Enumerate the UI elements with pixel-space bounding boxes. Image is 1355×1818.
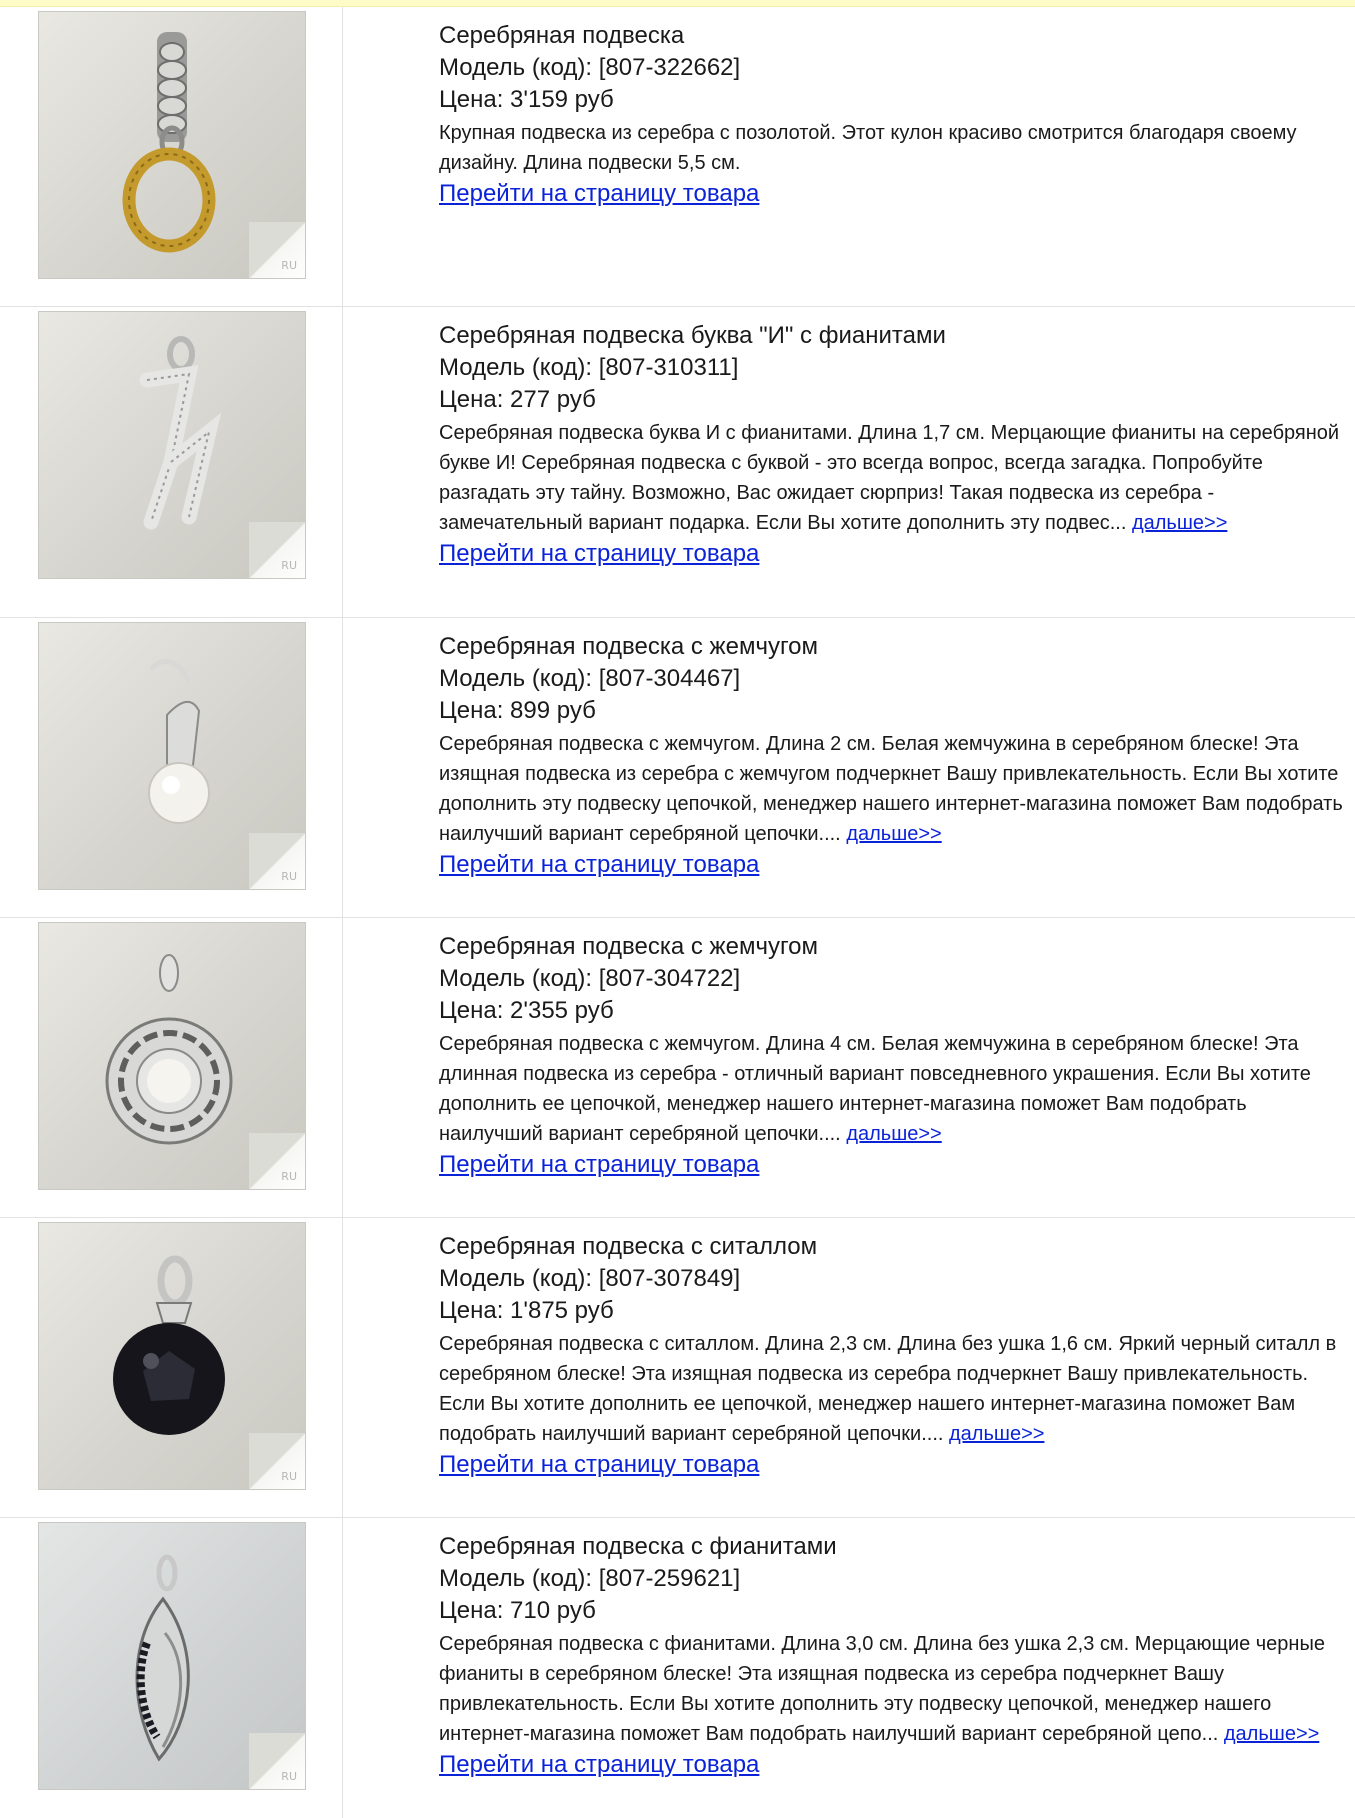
top-bar (0, 0, 1355, 7)
read-more-link[interactable]: дальше>> (846, 1123, 941, 1145)
product-row: RU Серебряная подвеска с ситаллом Модель… (0, 1218, 1355, 1518)
product-description: Серебряная подвеска с ситаллом. Длина 2,… (439, 1329, 1355, 1449)
read-more-link[interactable]: дальше>> (949, 1423, 1044, 1445)
product-price: Цена: 710 руб (439, 1597, 596, 1624)
product-image-link[interactable]: RU (38, 311, 306, 579)
product-model: Модель (код): [807-304467] (439, 665, 741, 692)
product-image-cell: RU (0, 618, 343, 917)
watermark-corner (249, 833, 305, 889)
watermark-text: RU (281, 1170, 297, 1183)
read-more-link[interactable]: дальше>> (1224, 1723, 1319, 1745)
watermark-text: RU (281, 1770, 297, 1783)
product-model: Модель (код): [807-310311] (439, 354, 739, 381)
watermark-text: RU (281, 559, 297, 572)
product-row: RU Серебряная подвеска Модель (код): [80… (0, 7, 1355, 307)
product-row: RU Серебряная подвеска с жемчугом Модель… (0, 918, 1355, 1218)
description-text: Серебряная подвеска с фианитами. Длина 3… (439, 1633, 1325, 1745)
product-title: Серебряная подвеска с жемчугом (439, 933, 819, 960)
description-text: Серебряная подвеска с ситаллом. Длина 2,… (439, 1333, 1337, 1445)
watermark-corner (249, 1733, 305, 1789)
product-image-link[interactable]: RU (38, 622, 306, 890)
product-info: Серебряная подвеска с фианитами Модель (… (343, 1518, 1355, 1818)
product-image-cell: RU (0, 1518, 343, 1818)
product-row: RU Серебряная подвеска буква "И" с фиани… (0, 307, 1355, 618)
product-page-link[interactable]: Перейти на страницу товара (439, 1749, 759, 1781)
read-more-link[interactable]: дальше>> (846, 823, 941, 845)
product-info: Серебряная подвеска с ситаллом Модель (к… (343, 1218, 1355, 1517)
product-info: Серебряная подвеска буква "И" с фианитам… (343, 307, 1355, 617)
product-price: Цена: 277 руб (439, 386, 596, 413)
product-title: Серебряная подвеска с ситаллом (439, 1233, 818, 1260)
product-model: Модель (код): [807-304722] (439, 965, 741, 992)
product-info: Серебряная подвеска с жемчугом Модель (к… (343, 918, 1355, 1217)
product-page-link[interactable]: Перейти на страницу товара (439, 538, 759, 570)
product-price: Цена: 3'159 руб (439, 86, 614, 113)
watermark-corner (249, 1133, 305, 1189)
product-title: Серебряная подвеска с жемчугом (439, 633, 819, 660)
product-image-link[interactable]: RU (38, 922, 306, 1190)
watermark-text: RU (281, 259, 297, 272)
product-model: Модель (код): [807-307849] (439, 1265, 741, 1292)
product-model: Модель (код): [807-322662] (439, 54, 741, 81)
description-text: Крупная подвеска из серебра с позолотой.… (439, 122, 1297, 174)
product-image-link[interactable]: RU (38, 11, 306, 279)
product-description: Серебряная подвеска с жемчугом. Длина 4 … (439, 1029, 1355, 1149)
product-image-cell: RU (0, 918, 343, 1217)
product-description: Серебряная подвеска с фианитами. Длина 3… (439, 1629, 1355, 1749)
product-title: Серебряная подвеска с фианитами (439, 1533, 837, 1560)
watermark-corner (249, 222, 305, 278)
watermark-text: RU (281, 1470, 297, 1483)
product-image-cell: RU (0, 7, 343, 306)
product-list: RU Серебряная подвеска Модель (код): [80… (0, 7, 1355, 1818)
product-image-cell: RU (0, 1218, 343, 1517)
product-info: Серебряная подвеска Модель (код): [807-3… (343, 7, 1355, 306)
product-model: Модель (код): [807-259621] (439, 1565, 741, 1592)
read-more-link[interactable]: дальше>> (1132, 512, 1227, 534)
product-row: RU Серебряная подвеска с жемчугом Модель… (0, 618, 1355, 918)
product-description: Крупная подвеска из серебра с позолотой.… (439, 118, 1355, 178)
product-title: Серебряная подвеска (439, 22, 685, 49)
product-price: Цена: 2'355 руб (439, 997, 614, 1024)
product-row: RU Серебряная подвеска с фианитами Модел… (0, 1518, 1355, 1818)
product-page-link[interactable]: Перейти на страницу товара (439, 849, 759, 881)
watermark-corner (249, 522, 305, 578)
product-page-link[interactable]: Перейти на страницу товара (439, 1149, 759, 1181)
product-title: Серебряная подвеска буква "И" с фианитам… (439, 322, 946, 349)
watermark-text: RU (281, 870, 297, 883)
product-image-link[interactable]: RU (38, 1522, 306, 1790)
product-image-cell: RU (0, 307, 343, 617)
watermark-corner (249, 1433, 305, 1489)
product-price: Цена: 1'875 руб (439, 1297, 614, 1324)
product-description: Серебряная подвеска с жемчугом. Длина 2 … (439, 729, 1355, 849)
product-price: Цена: 899 руб (439, 697, 596, 724)
product-description: Серебряная подвеска буква И с фианитами.… (439, 418, 1355, 538)
product-image-link[interactable]: RU (38, 1222, 306, 1490)
product-page-link[interactable]: Перейти на страницу товара (439, 1449, 759, 1481)
product-page-link[interactable]: Перейти на страницу товара (439, 178, 759, 210)
product-info: Серебряная подвеска с жемчугом Модель (к… (343, 618, 1355, 917)
